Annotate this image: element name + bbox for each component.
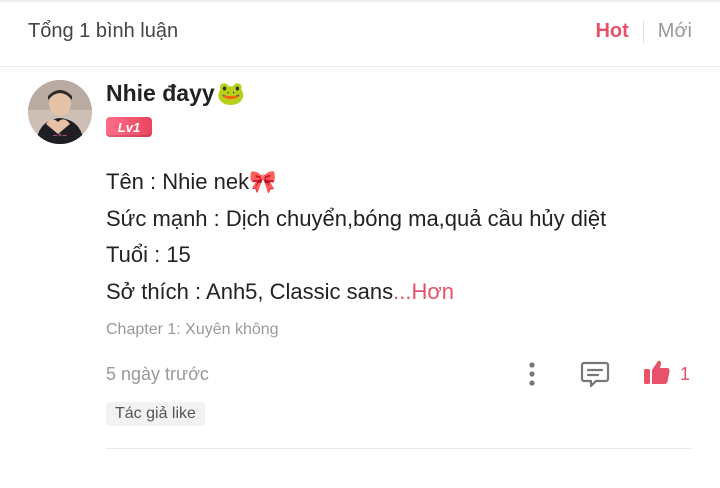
comment-line-last: Sở thích : Anh5, Classic sans...Hơn bbox=[106, 274, 606, 311]
read-more-link[interactable]: ...Hơn bbox=[393, 279, 454, 304]
comment-line-text: Sở thích : Anh5, Classic sans bbox=[106, 278, 394, 304]
comment-body: Tên : Nhie nek🎀 Sức mạnh : Dịch chuyển,b… bbox=[106, 164, 606, 310]
comment-line: Tên : Nhie nek🎀 bbox=[106, 169, 277, 194]
comment-total-label: Tổng 1 bình luận bbox=[28, 20, 179, 42]
svg-text:~*~: ~*~ bbox=[52, 132, 67, 140]
comment-divider bbox=[106, 448, 692, 449]
avatar[interactable]: ~*~ bbox=[28, 80, 92, 144]
comment-username[interactable]: Nhie đayy 🐸 bbox=[106, 80, 245, 107]
comments-header: Tổng 1 bình luận Hot Mới bbox=[0, 0, 720, 67]
thumbs-up-icon bbox=[642, 357, 672, 392]
chapter-reference[interactable]: Chapter 1: Xuyên không bbox=[106, 321, 279, 339]
author-like-tag: Tác giả like bbox=[106, 402, 205, 426]
username-text: Nhie đayy bbox=[106, 80, 215, 106]
comment-line: Sức mạnh : Dịch chuyển,bóng ma,quả cầu h… bbox=[106, 205, 607, 231]
comment-line: Tuổi : 15 bbox=[106, 242, 191, 267]
sort-hot-tab[interactable]: Hot bbox=[595, 20, 642, 43]
level-badge: Lv1 bbox=[106, 117, 152, 137]
comment-time: 5 ngày trước bbox=[106, 364, 209, 384]
frog-emoji-icon: 🐸 bbox=[216, 80, 246, 106]
sort-new-tab[interactable]: Mới bbox=[644, 20, 692, 43]
sort-tabs: Hot Mới bbox=[595, 20, 692, 43]
like-count: 1 bbox=[680, 363, 691, 384]
kebab-icon[interactable] bbox=[522, 360, 542, 388]
comment-icon[interactable] bbox=[580, 360, 610, 388]
like-button[interactable]: 1 bbox=[642, 358, 690, 390]
